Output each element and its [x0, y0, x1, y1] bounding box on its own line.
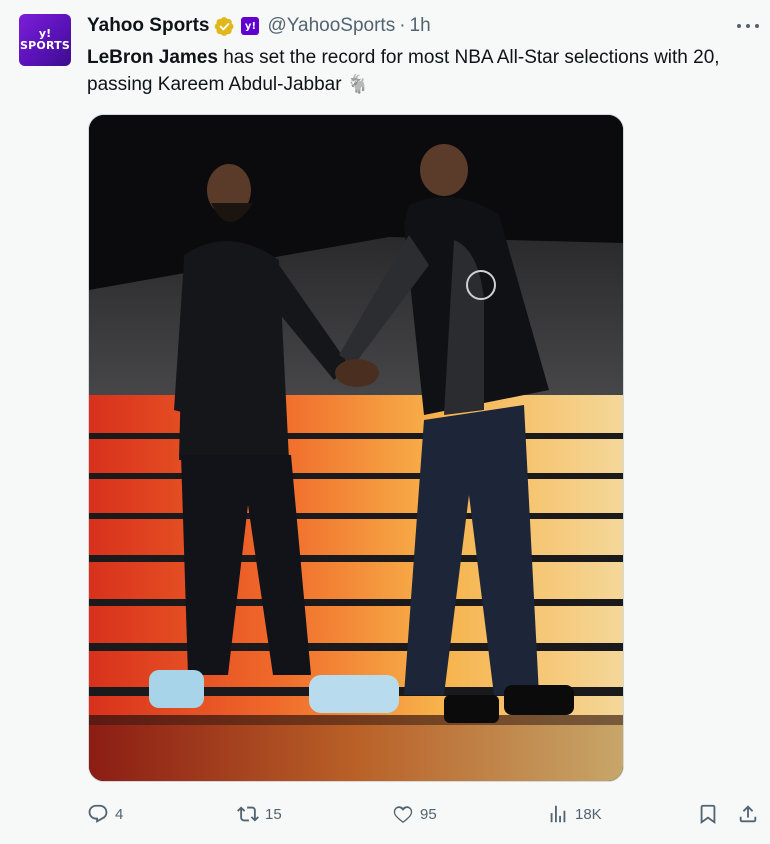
heart-icon [393, 806, 413, 823]
timestamp[interactable]: 1h [410, 15, 431, 37]
handle[interactable]: @YahooSports [267, 15, 395, 37]
share-button[interactable] [737, 800, 759, 828]
tweet[interactable]: y! SPORTS Yahoo Sports y! @YahooSports ·… [0, 0, 770, 844]
more-horizontal-icon [737, 24, 741, 28]
avatar-sports-text: SPORTS [20, 39, 70, 52]
avatar-logo-text: y! [38, 27, 52, 40]
tweet-actions: 4 15 95 18K [87, 800, 763, 828]
avatar[interactable]: y! SPORTS [19, 14, 71, 66]
display-name[interactable]: Yahoo Sports [87, 15, 209, 37]
bookmark-icon [700, 804, 716, 825]
more-options-button[interactable] [737, 16, 759, 36]
reply-button[interactable]: 4 [87, 800, 123, 828]
repost-count: 15 [265, 805, 282, 823]
views-button[interactable]: 18K [547, 800, 602, 828]
tweet-photo[interactable] [88, 114, 624, 782]
goat-emoji: 🐐 [346, 74, 370, 94]
tweet-header: Yahoo Sports y! @YahooSports · 1h [87, 14, 431, 38]
repost-icon [237, 806, 259, 822]
like-count: 95 [420, 805, 437, 823]
repost-button[interactable]: 15 [237, 800, 282, 828]
views-count: 18K [575, 805, 602, 823]
photo-illustration [89, 115, 623, 781]
reply-count: 4 [115, 805, 124, 823]
more-dot [746, 24, 750, 28]
tweet-text: LeBron James has set the record for most… [87, 44, 763, 98]
more-dot [755, 24, 759, 28]
tweet-mention[interactable]: LeBron James [87, 47, 218, 68]
separator-dot: · [399, 15, 406, 36]
bookmark-button[interactable] [697, 800, 719, 828]
verified-badge-icon[interactable] [214, 16, 235, 37]
affiliate-badge[interactable]: y! [241, 17, 260, 35]
views-chart-icon [550, 805, 566, 823]
reply-icon [88, 804, 108, 823]
like-button[interactable]: 95 [392, 800, 437, 828]
share-icon [739, 805, 757, 823]
